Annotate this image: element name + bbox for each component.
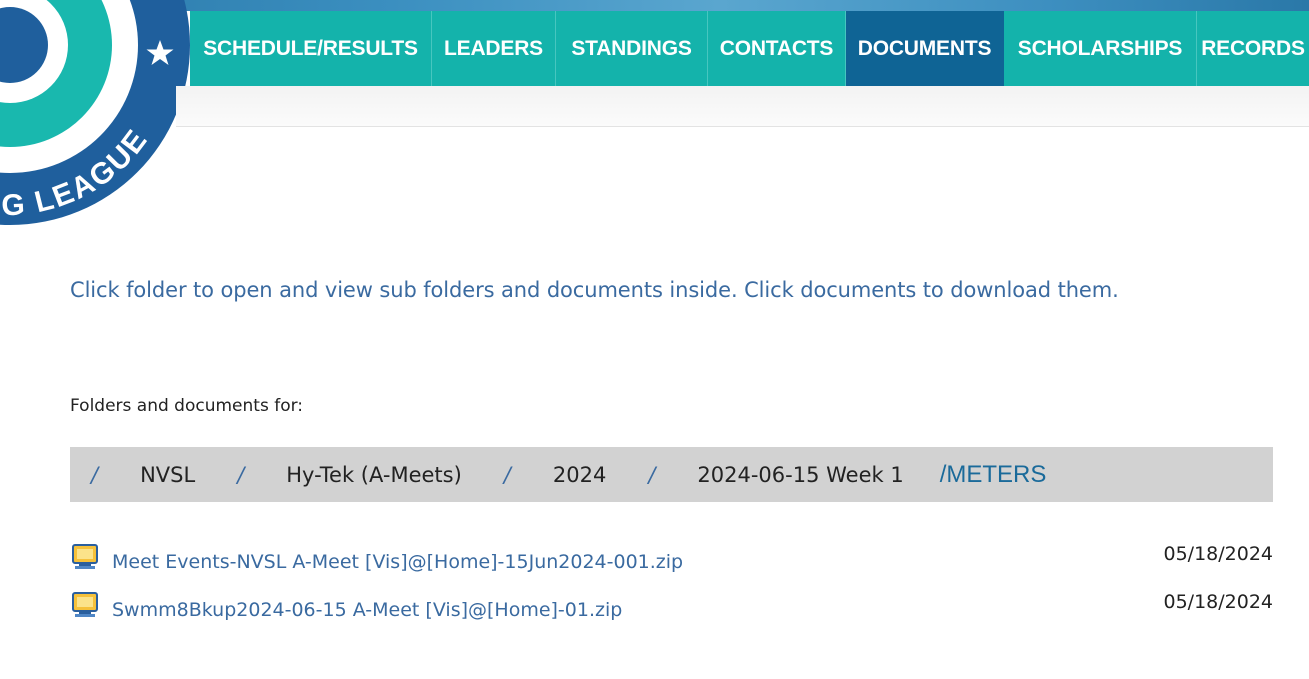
document-link[interactable]: Meet Events-NVSL A-Meet [Vis]@[Home]-15J… xyxy=(112,551,683,573)
breadcrumb-separator: / xyxy=(237,462,245,487)
breadcrumb-separator: / xyxy=(503,462,511,487)
zip-document-icon[interactable] xyxy=(70,591,102,621)
document-link[interactable]: Swmm8Bkup2024-06-15 A-Meet [Vis]@[Home]-… xyxy=(112,599,622,621)
league-logo[interactable]: G LEAGUE xyxy=(0,0,200,230)
nav-leaders[interactable]: LEADERS xyxy=(432,11,556,86)
document-row: Meet Events-NVSL A-Meet [Vis]@[Home]-15J… xyxy=(70,543,1273,573)
breadcrumb: / NVSL / Hy-Tek (A-Meets) / 2024 / 2024-… xyxy=(70,447,1273,502)
sub-navbar xyxy=(176,86,1309,127)
document-date: 05/18/2024 xyxy=(1163,543,1273,565)
document-row: Swmm8Bkup2024-06-15 A-Meet [Vis]@[Home]-… xyxy=(70,591,1273,621)
breadcrumb-separator: / xyxy=(648,462,656,487)
zip-document-icon[interactable] xyxy=(70,543,102,573)
nav-documents[interactable]: DOCUMENTS xyxy=(846,11,1004,86)
breadcrumb-item-2024[interactable]: 2024 xyxy=(553,463,606,487)
folders-label: Folders and documents for: xyxy=(70,396,304,416)
nav-scholarships[interactable]: SCHOLARSHIPS xyxy=(1004,11,1197,86)
breadcrumb-separator: / xyxy=(91,462,99,487)
intro-text: Click folder to open and view sub folder… xyxy=(70,278,1119,302)
document-date: 05/18/2024 xyxy=(1163,591,1273,613)
nav-records[interactable]: RECORDS xyxy=(1197,11,1309,86)
nav-contacts[interactable]: CONTACTS xyxy=(708,11,846,86)
main-nav: SCHEDULE/RESULTS LEADERS STANDINGS CONTA… xyxy=(190,11,1309,86)
breadcrumb-item-nvsl[interactable]: NVSL xyxy=(140,463,195,487)
breadcrumb-item-week1[interactable]: 2024-06-15 Week 1 xyxy=(697,463,903,487)
nav-standings[interactable]: STANDINGS xyxy=(556,11,708,86)
nav-schedule-results[interactable]: SCHEDULE/RESULTS xyxy=(190,11,432,86)
breadcrumb-item-hytek[interactable]: Hy-Tek (A-Meets) xyxy=(286,463,462,487)
breadcrumb-current: /METERS xyxy=(939,460,1047,488)
